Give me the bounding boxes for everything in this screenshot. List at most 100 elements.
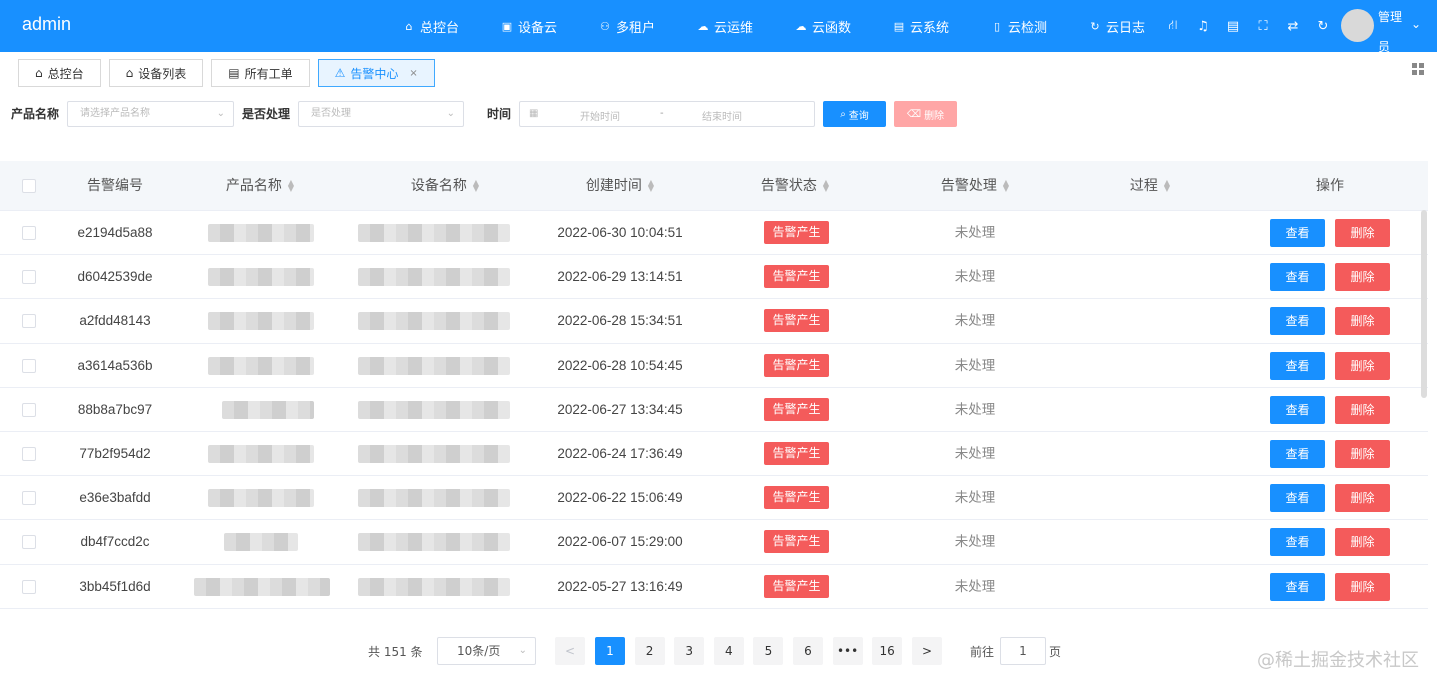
status-badge: 告警产生 [764,574,829,598]
handled-select[interactable]: 是否处理 ⌄ [298,101,464,127]
page-button[interactable]: 4 [713,637,744,665]
tab-device-list[interactable]: ⌂ 设备列表 [108,59,204,87]
nav-item-device-cloud[interactable]: ▣ 设备云 [480,0,578,52]
nav-item-dashboard[interactable]: ⌂ 总控台 [382,0,480,52]
tab-all-orders[interactable]: ▤ 所有工单 [211,59,310,87]
row-checkbox[interactable] [22,226,36,240]
sort-icon[interactable]: ▲ ▼ [648,179,654,193]
alarm-id: db4f7ccd2c [80,534,150,550]
view-button[interactable]: 查看 [1270,395,1325,424]
view-button[interactable]: 查看 [1270,351,1325,380]
row-delete-button[interactable]: 删除 [1335,395,1390,424]
page-size-select[interactable]: 10条/页 ⌄ [437,637,536,665]
more-pages-button[interactable]: ••• [832,637,863,665]
device-name-redacted [358,400,510,419]
column-process[interactable]: 过程 ▲ ▼ [1100,161,1200,211]
row-checkbox[interactable] [22,358,36,373]
nav-item-cloud-system[interactable]: ▤ 云系统 [872,0,970,52]
row-checkbox[interactable] [22,579,36,594]
page-button[interactable]: 6 [793,637,823,665]
alarm-id: a3614a536b [77,357,153,373]
nav-item-cloud-log[interactable]: ↻ 云日志 [1068,0,1166,52]
view-button[interactable]: 查看 [1270,219,1325,247]
nav-item-tenant[interactable]: ⚇ 多租户 [578,0,676,52]
tab-alarm-center[interactable]: ⚠ 告警中心 × [317,59,435,87]
bell-icon[interactable]: ♫ [1188,19,1218,34]
row-delete-button[interactable]: 删除 [1335,351,1390,380]
close-icon[interactable]: × [409,68,417,79]
created-time: 2022-06-22 15:06:49 [557,490,683,506]
row-checkbox[interactable] [22,446,36,461]
handling-status: 未处理 [954,225,996,240]
view-button[interactable]: 查看 [1270,528,1325,557]
view-button[interactable]: 查看 [1270,307,1325,336]
grid-icon[interactable] [1412,63,1424,75]
sort-icon[interactable]: ▲ ▼ [1003,179,1009,193]
view-button[interactable]: 查看 [1270,439,1325,468]
nav-item-cloud-detect[interactable]: ▯ 云检测 [970,0,1068,52]
page-button[interactable]: 3 [674,637,705,665]
row-checkbox[interactable] [22,535,36,550]
row-delete-button[interactable]: 删除 [1335,219,1390,247]
start-time-input[interactable]: 开始时间 [580,108,620,123]
column-created[interactable]: 创建时间 ▲ ▼ [545,161,695,211]
handling-status: 未处理 [954,313,996,329]
search-icon: ⌕ [840,108,846,120]
chevron-down-icon: ⌄ [216,108,225,119]
column-product[interactable]: 产品名称 ▲ ▼ [200,161,320,211]
view-button[interactable]: 查看 [1270,484,1325,513]
time-label: 时间 [487,107,512,121]
page-button[interactable]: 5 [753,637,784,665]
scrollbar[interactable] [1421,210,1427,398]
view-button[interactable]: 查看 [1270,263,1325,292]
row-checkbox[interactable] [22,314,36,329]
row-delete-button[interactable]: 删除 [1335,528,1390,557]
page-button[interactable]: 16 [872,637,903,665]
sort-icon[interactable]: ▲ ▼ [823,179,829,193]
chevron-down-icon[interactable]: ⌄ [1411,17,1421,31]
row-delete-button[interactable]: 删除 [1335,484,1390,513]
date-range-picker[interactable]: ▦ 开始时间 - 结束时间 [519,101,815,127]
delete-button[interactable]: ⌫ 删除 [894,101,957,127]
column-state[interactable]: 告警状态 ▲ ▼ [730,161,860,211]
product-select[interactable]: 请选择产品名称 ⌄ [67,101,234,127]
refresh-icon[interactable]: ↻ [1308,19,1338,34]
page-button[interactable]: 1 [595,637,625,665]
row-checkbox[interactable] [22,491,36,506]
users-icon: ⚇ [600,19,610,33]
avatar[interactable] [1341,9,1374,42]
translate-icon[interactable]: ⇄ [1278,19,1308,34]
device-name-redacted [358,533,510,552]
row-delete-button[interactable]: 删除 [1335,263,1390,292]
column-handling[interactable]: 告警处理 ▲ ▼ [910,161,1040,211]
search-button[interactable]: ⌕ 查询 [823,101,886,127]
tab-dashboard[interactable]: ⌂ 总控台 [18,59,101,87]
column-device[interactable]: 设备名称 ▲ ▼ [370,161,520,211]
row-checkbox[interactable] [22,270,36,285]
prev-page-button[interactable]: < [555,637,585,665]
tree-icon[interactable]: ⛙ [1158,18,1188,35]
row-delete-button[interactable]: 删除 [1335,572,1390,601]
sort-icon[interactable]: ▲ ▼ [1164,179,1170,193]
product-name-redacted [222,400,314,419]
row-delete-button[interactable]: 删除 [1335,307,1390,336]
log-icon: ↻ [1090,19,1100,33]
select-all-checkbox[interactable] [22,179,36,193]
fullscreen-icon[interactable]: ⛶ [1248,19,1278,34]
user-name[interactable]: 管理员 [1378,2,1402,62]
goto-page-input[interactable]: 1 [1000,637,1046,665]
table-row: a3614a536b 2022-06-28 10:54:45 告警产生 未处理 查看 删除 [0,344,1428,388]
row-checkbox[interactable] [22,402,36,417]
end-time-input[interactable]: 结束时间 [702,108,742,123]
page-button[interactable]: 2 [634,637,665,665]
doc-icon[interactable]: ▤ [1218,19,1248,34]
alarm-id: e2194d5a88 [77,225,153,240]
next-page-button[interactable]: > [912,637,942,665]
row-delete-button[interactable]: 删除 [1335,439,1390,468]
filter-bar: 产品名称 请选择产品名称 ⌄ 是否处理 是否处理 ⌄ 时间 ▦ 开始时间 - 结… [0,101,1437,127]
view-button[interactable]: 查看 [1270,572,1325,601]
nav-item-cloud-ops[interactable]: ☁ 云运维 [676,0,774,52]
sort-icon[interactable]: ▲ ▼ [473,179,479,193]
sort-icon[interactable]: ▲ ▼ [288,179,294,193]
nav-item-cloud-function[interactable]: ☁ 云函数 [774,0,872,52]
